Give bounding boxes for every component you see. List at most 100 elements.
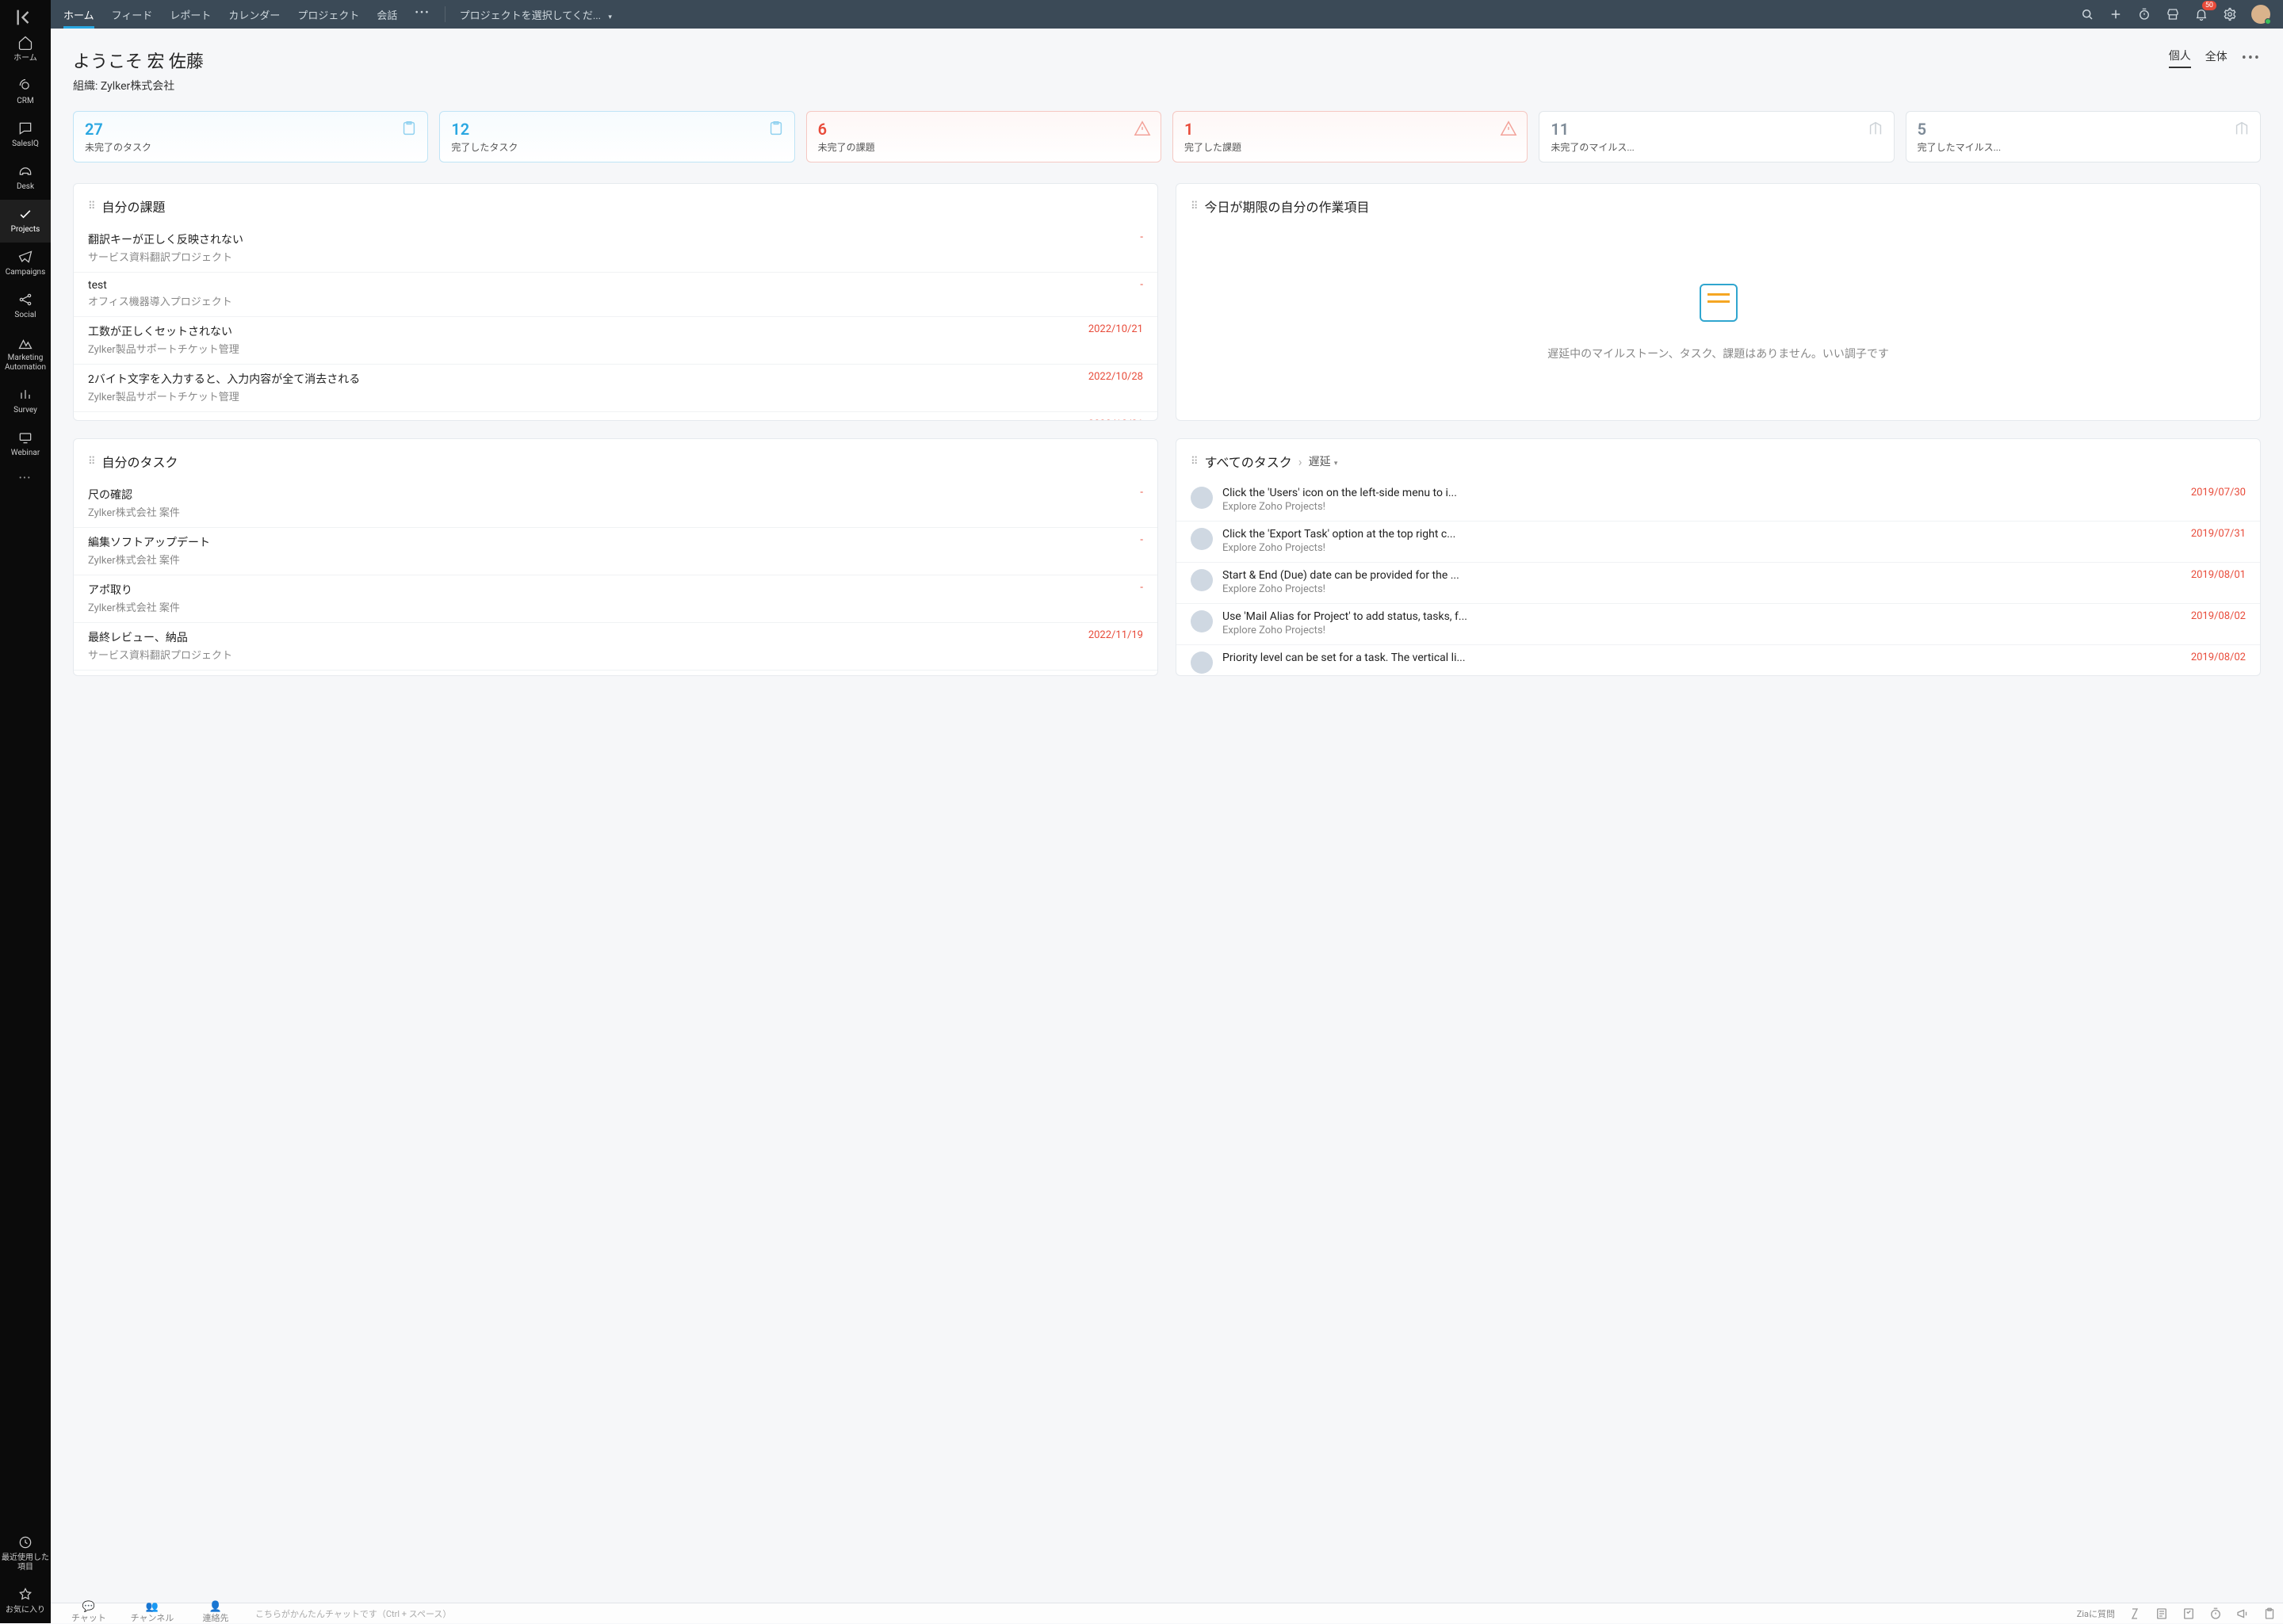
list-item[interactable]: 最終レビュー、納品サービス資料翻訳プロジェクト2022/11/19 bbox=[74, 622, 1157, 670]
notifications-icon[interactable]: 50 bbox=[2194, 7, 2208, 21]
sidebar-item-crm[interactable]: CRM bbox=[0, 71, 51, 114]
segment-all[interactable]: 全体 bbox=[2205, 48, 2228, 67]
item-subtitle: Explore Zoho Projects! bbox=[1222, 542, 2182, 554]
widget-my-tasks: ⠿自分のタスク 尺の確認Zylker株式会社 案件-編集ソフトアップデートZyl… bbox=[73, 438, 1158, 676]
tab-reports[interactable]: レポート bbox=[170, 1, 211, 29]
list-item[interactable]: Webページ公開2022/10/31 bbox=[74, 411, 1157, 420]
checklist-icon[interactable] bbox=[2182, 1607, 2196, 1621]
summary-card[interactable]: 12完了したタスク bbox=[439, 111, 794, 162]
list-item[interactable]: アポ取りZylker株式会社 案件- bbox=[74, 575, 1157, 622]
salesiq-icon bbox=[17, 120, 33, 136]
list-item[interactable]: 2バイト文字を入力すると、入力内容が全て消去されるZylker製品サポートチケッ… bbox=[74, 364, 1157, 411]
sidebar-item-social[interactable]: Social bbox=[0, 285, 51, 328]
settings-icon[interactable] bbox=[2223, 7, 2237, 21]
add-icon[interactable] bbox=[2109, 7, 2123, 21]
sidebar-item-marketing-automation[interactable]: Marketing Automation bbox=[0, 328, 51, 380]
bottom-tab-chat[interactable]: 💬チャット bbox=[57, 1603, 120, 1624]
search-icon[interactable] bbox=[2080, 7, 2094, 21]
summary-card[interactable]: 6未完了の課題 bbox=[806, 111, 1161, 162]
zia-icon[interactable] bbox=[2128, 1607, 2142, 1621]
sidebar-item-survey[interactable]: Survey bbox=[0, 380, 51, 423]
card-number: 6 bbox=[818, 120, 1149, 139]
sidebar-item-salesiq[interactable]: SalesIQ bbox=[0, 114, 51, 157]
empty-state-icon bbox=[1700, 284, 1738, 322]
chevron-down-icon: ▾ bbox=[608, 13, 612, 21]
tab-projects[interactable]: プロジェクト bbox=[297, 1, 359, 29]
summary-card[interactable]: 11未完了のマイルス... bbox=[1539, 111, 1894, 162]
welcome-more-icon[interactable]: ••• bbox=[2242, 50, 2261, 67]
summary-card[interactable]: 1完了した課題 bbox=[1172, 111, 1528, 162]
card-label: 未完了のマイルス... bbox=[1551, 140, 1882, 154]
list-item[interactable]: Priority level can be set for a task. Th… bbox=[1176, 644, 2260, 675]
tab-calendar[interactable]: カレンダー bbox=[228, 1, 280, 29]
quick-chat-input[interactable]: こちらがかんたんチャットです（Ctrl + スペース） bbox=[247, 1607, 2077, 1620]
reminder-icon[interactable] bbox=[2208, 1607, 2223, 1621]
sidebar-item-home[interactable]: ホーム bbox=[0, 29, 51, 71]
divider bbox=[445, 6, 446, 22]
sidebar-item-projects[interactable]: Projects bbox=[0, 200, 51, 243]
list-item[interactable]: 工数が正しくセットされないZylker製品サポートチケット管理2022/10/2… bbox=[74, 316, 1157, 364]
drag-handle-icon[interactable]: ⠿ bbox=[1191, 201, 1199, 212]
drag-handle-icon[interactable]: ⠿ bbox=[1191, 456, 1199, 468]
sidebar-item-campaigns[interactable]: Campaigns bbox=[0, 243, 51, 285]
user-avatar[interactable] bbox=[2251, 5, 2270, 24]
sidebar-item-desk[interactable]: Desk bbox=[0, 157, 51, 200]
list-item[interactable]: Start & End (Due) date can be provided f… bbox=[1176, 562, 2260, 603]
sidebar-favorites[interactable]: お気に入り bbox=[0, 1580, 51, 1623]
list-item[interactable]: 編集ソフトアップデートZylker株式会社 案件- bbox=[74, 527, 1157, 575]
card-label: 未完了のタスク bbox=[85, 140, 416, 154]
notification-badge: 50 bbox=[2202, 1, 2216, 10]
zia-link[interactable]: Ziaに質問 bbox=[2077, 1607, 2115, 1620]
timer-icon[interactable] bbox=[2137, 7, 2151, 21]
tab-feed[interactable]: フィード bbox=[112, 1, 153, 29]
projects-icon bbox=[17, 206, 33, 222]
marketplace-icon[interactable] bbox=[2166, 7, 2180, 21]
card-icon bbox=[1867, 120, 1884, 140]
sidebar-item-label: SalesIQ bbox=[12, 139, 39, 149]
summary-card[interactable]: 5完了したマイルス... bbox=[1906, 111, 2261, 162]
summary-card[interactable]: 27未完了のタスク bbox=[73, 111, 428, 162]
tab-more-icon[interactable]: ••• bbox=[415, 1, 430, 29]
sidebar-item-label: 最近使用した項目 bbox=[0, 1553, 51, 1572]
item-date: - bbox=[1140, 534, 1143, 546]
notes-icon[interactable] bbox=[2155, 1607, 2169, 1621]
item-title: Click the 'Export Task' option at the to… bbox=[1222, 528, 2182, 541]
sidebar-collapse-icon[interactable] bbox=[0, 6, 51, 29]
filter-dropdown[interactable]: 遅延 ▾ bbox=[1309, 453, 1338, 469]
drag-handle-icon[interactable]: ⠿ bbox=[88, 456, 96, 468]
project-select-dropdown[interactable]: プロジェクトを選択してくだ... ▾ bbox=[460, 7, 612, 22]
presence-dot bbox=[2265, 18, 2271, 25]
list-item[interactable]: 翻訳キーが正しく反映されないサービス資料翻訳プロジェクト- bbox=[74, 225, 1157, 272]
list-item[interactable]: Use 'Mail Alias for Project' to add stat… bbox=[1176, 603, 2260, 644]
list-item[interactable]: 尺の確認Zylker株式会社 案件- bbox=[74, 480, 1157, 527]
clipboard-icon[interactable] bbox=[2262, 1607, 2277, 1621]
card-number: 11 bbox=[1551, 120, 1882, 139]
list-item[interactable]: testオフィス機器導入プロジェクト- bbox=[74, 272, 1157, 316]
list-item[interactable]: Click the 'Users' icon on the left-side … bbox=[1176, 480, 2260, 521]
chat-bubble-icon: 💬 bbox=[82, 1603, 95, 1611]
sidebar-item-label: ホーム bbox=[13, 54, 37, 63]
item-subtitle: Explore Zoho Projects! bbox=[1222, 501, 2182, 513]
item-title: 尺の確認 bbox=[88, 487, 1130, 502]
item-title: アポ取り bbox=[88, 582, 1130, 598]
item-subtitle: Zylker製品サポートチケット管理 bbox=[88, 341, 1079, 356]
item-subtitle: サービス資料翻訳プロジェクト bbox=[88, 647, 1079, 662]
tab-home[interactable]: ホーム bbox=[63, 1, 94, 29]
sidebar-recent[interactable]: 最近使用した項目 bbox=[0, 1528, 51, 1580]
list-item[interactable]: 工事開始2023/03/26 bbox=[74, 670, 1157, 675]
sidebar-item-webinar[interactable]: Webinar bbox=[0, 423, 51, 466]
sidebar-item-label: Social bbox=[14, 311, 36, 320]
drag-handle-icon[interactable]: ⠿ bbox=[88, 201, 96, 212]
card-icon bbox=[2233, 120, 2250, 140]
bottom-tab-contacts[interactable]: 👤連絡先 bbox=[184, 1603, 247, 1624]
widget-title[interactable]: すべてのタスク bbox=[1205, 452, 1292, 471]
list-item[interactable]: Click the 'Export Task' option at the to… bbox=[1176, 521, 2260, 562]
announce-icon[interactable] bbox=[2235, 1607, 2250, 1621]
summary-cards: 27未完了のタスク12完了したタスク6未完了の課題1完了した課題11未完了のマイ… bbox=[73, 111, 2261, 162]
segment-personal[interactable]: 個人 bbox=[2169, 48, 2191, 68]
sidebar-item-label: Marketing Automation bbox=[0, 353, 51, 373]
bottom-tab-channel[interactable]: 👥チャンネル bbox=[120, 1603, 184, 1624]
item-date: - bbox=[1140, 582, 1143, 594]
sidebar-more-icon[interactable]: ••• bbox=[0, 466, 51, 491]
tab-conversations[interactable]: 会話 bbox=[377, 1, 397, 29]
